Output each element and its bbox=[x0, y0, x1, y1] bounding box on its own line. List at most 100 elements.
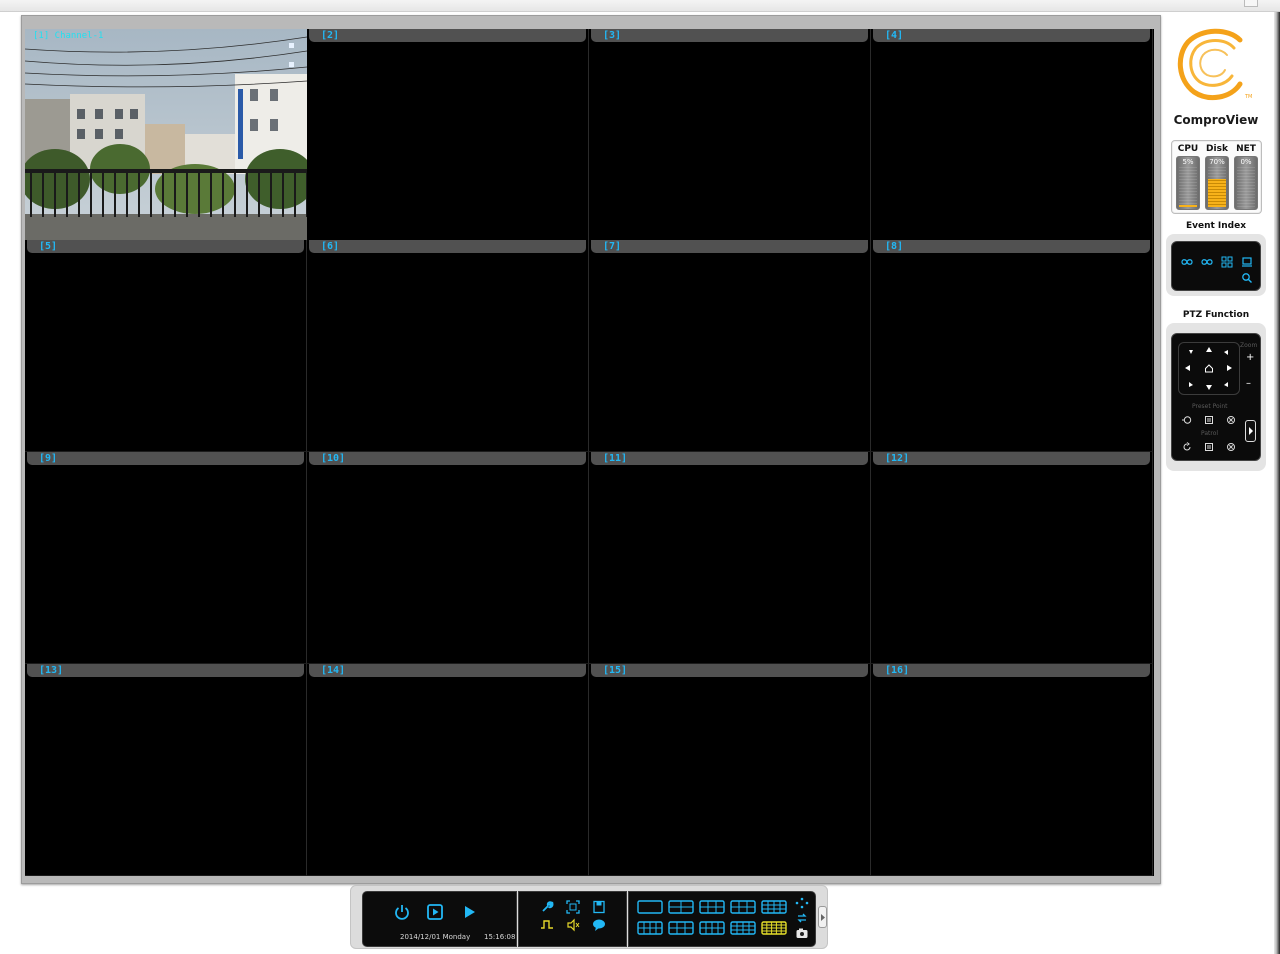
comproview-logo: TM bbox=[1177, 28, 1252, 101]
preset-point-label: Preset Point bbox=[1192, 403, 1228, 410]
layout-5x5-icon[interactable] bbox=[730, 921, 756, 935]
layout-1plus12-icon[interactable] bbox=[699, 921, 725, 935]
event-link-icon[interactable] bbox=[1201, 256, 1213, 268]
message-icon[interactable] bbox=[592, 918, 606, 932]
camera-channel-8[interactable]: [8] bbox=[871, 240, 1153, 452]
cycle-icon[interactable] bbox=[795, 912, 809, 924]
patrol-label: Patrol bbox=[1201, 430, 1219, 437]
camera-channel-10[interactable]: [10] bbox=[307, 452, 589, 664]
monitor-icon[interactable] bbox=[1241, 256, 1253, 268]
disk-gauge-fill bbox=[1208, 179, 1226, 207]
chevron-right-icon bbox=[821, 914, 825, 921]
channel-title-bar: [4] bbox=[873, 29, 1150, 42]
fullscreen-icon[interactable] bbox=[566, 900, 580, 914]
disk-meter-value: 70% bbox=[1209, 158, 1225, 166]
camera-channel-12[interactable]: [12] bbox=[871, 452, 1153, 664]
camera-channel-14[interactable]: [14] bbox=[307, 664, 589, 876]
channel-title-bar: [14] bbox=[309, 664, 586, 677]
net-meter-value: 0% bbox=[1240, 158, 1252, 166]
layout-2x2-icon[interactable] bbox=[668, 900, 694, 914]
camera-channel-1[interactable]: [1] Channel-1 bbox=[25, 29, 307, 241]
backup-link-icon[interactable] bbox=[1181, 256, 1193, 268]
settings-icon[interactable] bbox=[540, 900, 554, 914]
chevron-right-icon bbox=[1249, 427, 1253, 435]
ptz-up-right-icon[interactable] bbox=[1220, 347, 1232, 359]
disk-meter: Disk 70% bbox=[1203, 143, 1231, 210]
net-meter-label: NET bbox=[1236, 144, 1256, 154]
camera-channel-7[interactable]: [7] bbox=[589, 240, 871, 452]
channel-label: [16] bbox=[885, 665, 910, 676]
ptz-down-left-icon[interactable] bbox=[1185, 378, 1197, 390]
camera-channel-16[interactable]: [16] bbox=[871, 664, 1153, 876]
play-icon[interactable] bbox=[461, 903, 479, 921]
ptz-down-right-icon[interactable] bbox=[1220, 378, 1232, 390]
ptz-expand-button[interactable] bbox=[1245, 420, 1256, 442]
audio-icon[interactable] bbox=[566, 918, 580, 932]
live-camera-title: [1] Channel-1 bbox=[33, 31, 104, 41]
preset-delete-icon[interactable] bbox=[1225, 414, 1237, 426]
camera-channel-4[interactable]: [4] bbox=[871, 29, 1153, 241]
preset-goto-icon[interactable] bbox=[1181, 414, 1193, 426]
channel-label: [8] bbox=[885, 241, 904, 252]
window-control-button[interactable] bbox=[1244, 0, 1258, 7]
disk-meter-label: Disk bbox=[1206, 144, 1228, 154]
save-icon[interactable] bbox=[592, 900, 606, 914]
camera-status-icon bbox=[288, 33, 299, 67]
layout-3x3-icon[interactable] bbox=[699, 900, 725, 914]
camera-channel-11[interactable]: [11] bbox=[589, 452, 871, 664]
layout-4x4-icon[interactable] bbox=[761, 900, 787, 914]
layout-2x3-icon[interactable] bbox=[668, 921, 694, 935]
camera-channel-9[interactable]: [9] bbox=[25, 452, 307, 664]
camera-channel-3[interactable]: [3] bbox=[589, 29, 871, 241]
cpu-meter: CPU 5% bbox=[1174, 143, 1202, 210]
camera-channel-15[interactable]: [15] bbox=[589, 664, 871, 876]
snapshot-icon[interactable] bbox=[795, 927, 809, 939]
layout-1plus7-icon[interactable] bbox=[637, 921, 663, 935]
playback-icon[interactable] bbox=[426, 903, 444, 921]
channel-title-bar: [11] bbox=[591, 452, 868, 465]
multi-view-icon[interactable] bbox=[1221, 256, 1233, 268]
channel-title-bar: [9] bbox=[27, 452, 304, 465]
desktop-edge bbox=[1274, 12, 1280, 954]
live-camera-feed[interactable]: [1] Channel-1 bbox=[25, 29, 307, 240]
move-icon[interactable] bbox=[795, 897, 809, 909]
toolbar-time: 15:16:08 bbox=[484, 933, 516, 941]
zoom-out-button[interactable]: – bbox=[1246, 378, 1251, 389]
power-icon[interactable] bbox=[393, 903, 411, 921]
ptz-home-icon[interactable] bbox=[1203, 362, 1215, 374]
window-title-strip bbox=[0, 0, 1280, 12]
channel-title-bar: [16] bbox=[873, 664, 1150, 677]
patrol-delete-icon[interactable] bbox=[1225, 441, 1237, 453]
channel-title-bar: [6] bbox=[309, 240, 586, 253]
camera-channel-2[interactable]: [2] bbox=[307, 29, 589, 241]
layout-1plus5-icon[interactable] bbox=[730, 900, 756, 914]
video-wall: [1] Channel-1 [2] [3] [4] [5] [6] [7] [8] [9] [10… bbox=[25, 29, 1154, 876]
channel-title-bar: [12] bbox=[873, 452, 1150, 465]
ptz-down-icon[interactable] bbox=[1203, 381, 1215, 393]
channel-label: [10] bbox=[321, 453, 346, 464]
ptz-up-icon[interactable] bbox=[1203, 344, 1215, 356]
preset-save-icon[interactable] bbox=[1203, 414, 1215, 426]
cpu-gauge-fill bbox=[1179, 205, 1197, 207]
ptz-title: PTZ Function bbox=[1182, 310, 1250, 320]
ptz-up-left-icon[interactable] bbox=[1185, 347, 1197, 359]
toolbar-collapse-button[interactable] bbox=[818, 906, 827, 928]
cpu-meter-label: CPU bbox=[1177, 144, 1199, 154]
patrol-save-icon[interactable] bbox=[1203, 441, 1215, 453]
zoom-in-button[interactable]: + bbox=[1246, 352, 1254, 363]
camera-channel-13[interactable]: [13] bbox=[25, 664, 307, 876]
layout-6x6-icon[interactable] bbox=[761, 921, 787, 935]
ptz-right-icon[interactable] bbox=[1223, 362, 1235, 374]
zoom-label: Zoom bbox=[1240, 342, 1258, 349]
search-icon[interactable] bbox=[1241, 272, 1253, 284]
layout-1x1-icon[interactable] bbox=[637, 900, 663, 914]
io-signal-icon[interactable] bbox=[540, 918, 554, 932]
ptz-left-icon[interactable] bbox=[1182, 362, 1194, 374]
channel-title-bar: [3] bbox=[591, 29, 868, 42]
patrol-run-icon[interactable] bbox=[1181, 441, 1193, 453]
camera-channel-5[interactable]: [5] bbox=[25, 240, 307, 452]
ptz-panel: Zoom + – Preset Point Patrol bbox=[1166, 323, 1266, 471]
channel-label: [5] bbox=[39, 241, 58, 252]
channel-label: [15] bbox=[603, 665, 628, 676]
camera-channel-6[interactable]: [6] bbox=[307, 240, 589, 452]
